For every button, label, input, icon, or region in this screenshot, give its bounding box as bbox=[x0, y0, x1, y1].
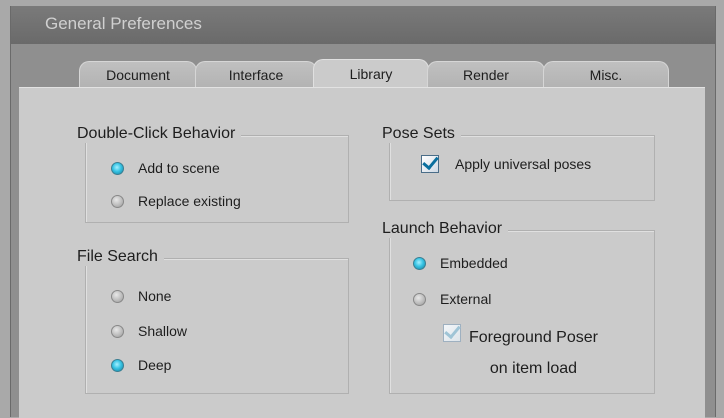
checkbox-foreground-poser[interactable]: Foreground Poser on item load bbox=[443, 322, 598, 384]
radio-selected-icon bbox=[111, 358, 124, 372]
radio-none-label: None bbox=[138, 288, 172, 304]
double-click-title: Double-Click Behavior bbox=[77, 125, 242, 143]
tab-document[interactable]: Document bbox=[79, 61, 197, 87]
radio-unselected-icon bbox=[111, 194, 124, 208]
foreground-poser-label: Foreground Poser on item load bbox=[469, 322, 598, 384]
library-panel: Double-Click Behavior Add to scene Repla… bbox=[19, 87, 705, 418]
window-title: General Preferences bbox=[45, 14, 202, 33]
radio-selected-icon bbox=[413, 256, 426, 270]
checkbox-checked-icon bbox=[421, 155, 439, 173]
foreground-poser-line1: Foreground Poser bbox=[469, 329, 598, 346]
launch-behavior-title: Launch Behavior bbox=[382, 220, 509, 238]
radio-external-label: External bbox=[440, 291, 492, 307]
tab-misc-label: Misc. bbox=[589, 66, 623, 83]
tab-library[interactable]: Library bbox=[313, 59, 429, 87]
radio-add-to-scene[interactable]: Add to scene bbox=[111, 160, 220, 176]
tab-render-label: Render bbox=[463, 66, 509, 83]
foreground-poser-line2: on item load bbox=[489, 360, 578, 377]
radio-shallow[interactable]: Shallow bbox=[111, 323, 187, 339]
tab-library-label: Library bbox=[349, 65, 393, 82]
radio-deep-label: Deep bbox=[138, 357, 172, 373]
tab-document-label: Document bbox=[106, 66, 170, 83]
preferences-window: General Preferences Document Interface L… bbox=[10, 6, 716, 418]
title-bar[interactable]: General Preferences bbox=[11, 6, 715, 44]
radio-embedded[interactable]: Embedded bbox=[413, 255, 508, 271]
radio-deep[interactable]: Deep bbox=[111, 357, 171, 373]
radio-none[interactable]: None bbox=[111, 288, 171, 304]
file-search-title: File Search bbox=[77, 248, 164, 266]
tab-misc[interactable]: Misc. bbox=[543, 61, 669, 87]
radio-replace-existing-label: Replace existing bbox=[138, 193, 241, 209]
radio-unselected-icon bbox=[111, 289, 124, 303]
radio-replace-existing[interactable]: Replace existing bbox=[111, 193, 241, 209]
radio-selected-icon bbox=[111, 161, 124, 175]
tab-interface-label: Interface bbox=[228, 66, 284, 83]
radio-shallow-label: Shallow bbox=[138, 323, 188, 339]
radio-embedded-label: Embedded bbox=[440, 255, 508, 271]
double-click-group bbox=[85, 135, 349, 223]
radio-unselected-icon bbox=[111, 324, 124, 338]
tab-interface[interactable]: Interface bbox=[195, 61, 317, 87]
pose-sets-title: Pose Sets bbox=[382, 125, 461, 143]
radio-unselected-icon bbox=[413, 292, 426, 306]
radio-external[interactable]: External bbox=[413, 291, 491, 307]
checkbox-checked-icon bbox=[443, 324, 461, 342]
apply-universal-poses-label: Apply universal poses bbox=[455, 156, 592, 172]
tab-render[interactable]: Render bbox=[427, 61, 545, 87]
checkbox-apply-universal-poses[interactable]: Apply universal poses bbox=[421, 155, 591, 173]
radio-add-to-scene-label: Add to scene bbox=[138, 160, 220, 176]
